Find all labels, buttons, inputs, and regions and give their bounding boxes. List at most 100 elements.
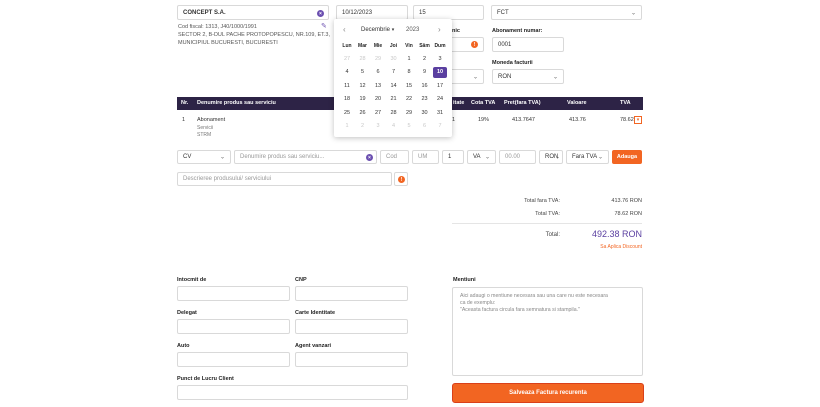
col-cota-tva: Cota TVA [471,100,496,106]
calendar-day[interactable]: 1 [402,53,416,64]
year-value[interactable]: 2023 [406,27,419,33]
edit-client-icon[interactable]: ✎ [321,22,327,30]
calendar-day[interactable]: 13 [371,80,385,91]
calendar-day[interactable]: 26 [356,107,370,118]
calendar-day[interactable]: 6 [418,121,432,132]
col-cantitate: itate [453,100,465,106]
calendar-day[interactable]: 19 [356,94,370,105]
tva-select[interactable]: VA ⌄ [467,150,496,164]
calendar-day[interactable]: 5 [402,121,416,132]
calendar-day[interactable]: 6 [371,67,385,78]
description-info-field[interactable]: ! [394,172,408,186]
product-name-placeholder: Denumire produs sau serviciu... [240,154,325,160]
moneda-select[interactable]: RON ⌄ [492,69,564,84]
calendar-day[interactable]: 30 [387,53,401,64]
calendar-day[interactable]: 23 [418,94,432,105]
total-fara-tva-value: 413.76 RON [611,198,642,204]
calendar-day[interactable]: 25 [340,107,354,118]
calendar-day[interactable]: 29 [402,107,416,118]
abonament-field[interactable]: 0001 [492,37,564,52]
cnp-label: CNP [295,277,307,283]
row-expand-icon[interactable]: ▾ [634,116,642,124]
calendar-day[interactable]: 9 [418,67,432,78]
calendar-day[interactable]: 28 [387,107,401,118]
col-valoare: Valoare [567,100,587,106]
delegat-input[interactable] [177,319,290,334]
cod-placeholder: Cod [386,154,398,160]
cnp-input[interactable] [295,286,408,301]
clear-product-icon[interactable]: × [366,154,373,161]
product-name-input[interactable]: Denumire produs sau serviciu... × [234,150,377,164]
calendar-day[interactable]: 10 [433,66,447,78]
tva-value: VA [473,154,481,160]
um-input[interactable]: UM [412,150,439,164]
calendar-day[interactable]: 22 [402,94,416,105]
calendar-day[interactable]: 11 [340,80,354,91]
calendar-day[interactable]: 15 [402,80,416,91]
tva-mode-select[interactable]: Fara TVA ⌄ [566,150,609,164]
currency-select[interactable]: RON ⌄ [539,150,563,164]
due-days-field[interactable]: 15 [413,5,484,20]
mentiuni-label: Mentiuni [453,277,476,283]
mentiuni-textarea[interactable]: Aici adaugi o mentiune necesara sau una … [452,287,643,376]
auto-input[interactable] [177,352,290,367]
chevron-down-icon: ⌄ [554,154,560,161]
calendar-day[interactable]: 5 [356,67,370,78]
invoice-date-field[interactable]: 10/12/2023 [336,5,408,20]
calendar-day[interactable]: 16 [418,80,432,91]
calendar-day[interactable]: 2 [418,53,432,64]
mentiuni-placeholder-1: Aici adaugi o mentiune necesara sau una … [460,293,608,299]
agent-vanzari-input[interactable] [295,352,408,367]
calendar-day[interactable]: 8 [402,67,416,78]
calendar-day[interactable]: 3 [371,121,385,132]
calendar-day[interactable]: 18 [340,94,354,105]
product-description-placeholder: Descrieree produsului/ serviciului [183,176,272,182]
month-select[interactable]: Decembrie ▾ [361,27,394,33]
add-product-button[interactable]: Adauga [612,150,642,164]
calendar-day[interactable]: 17 [433,80,447,91]
invoice-series-select[interactable]: FCT ⌄ [491,5,642,20]
next-month-icon[interactable]: › [438,25,441,34]
calendar-day[interactable]: 7 [387,67,401,78]
clear-client-icon[interactable]: × [317,10,324,17]
carte-identitate-label: Carte Identitate [295,310,336,316]
calendar-day[interactable]: 3 [433,53,447,64]
calendar-day[interactable]: 12 [356,80,370,91]
calendar-day[interactable]: 14 [387,80,401,91]
price-placeholder: 00.00 [505,154,521,160]
calendar-day[interactable]: 4 [340,67,354,78]
chevron-down-icon: ⌄ [484,154,490,161]
prev-month-icon[interactable]: ‹ [343,25,346,34]
intocmit-input[interactable] [177,286,290,301]
carte-identitate-input[interactable] [295,319,408,334]
save-recurring-invoice-button[interactable]: Salveaza Factura recurenta [452,383,644,403]
client-name-field[interactable]: CONCEPT S.A. × [177,5,329,20]
qty-value: 1 [448,154,452,160]
calendar-day[interactable]: 21 [387,94,401,105]
row-cota: 19% [478,117,490,123]
cod-input[interactable]: Cod [380,150,409,164]
product-description-textarea[interactable]: Descrieree produsului/ serviciului [177,172,392,186]
calendar-day[interactable]: 30 [418,107,432,118]
calendar-day[interactable]: 2 [356,121,370,132]
calendar-day[interactable]: 1 [340,121,354,132]
calendar-day[interactable]: 28 [356,53,370,64]
calendar-day[interactable]: 20 [371,94,385,105]
weekday-header: Sâm [419,43,430,49]
product-type-select[interactable]: CV ⌄ [177,150,231,164]
calendar-day[interactable]: 27 [340,53,354,64]
calendar-day[interactable]: 31 [433,107,447,118]
apply-discount-link[interactable]: Sa Aplica Discount [560,244,642,250]
tva-mode-value: Fara TVA [572,154,598,160]
um-placeholder: UM [418,154,428,160]
invoice-series-value: FCT [497,9,509,16]
punct-lucru-input[interactable] [177,385,408,400]
calendar-day[interactable]: 4 [387,121,401,132]
calendar-day[interactable]: 29 [371,53,385,64]
calendar-day[interactable]: 24 [433,94,447,105]
price-input[interactable]: 00.00 [499,150,536,164]
calendar-day[interactable]: 27 [371,107,385,118]
client-address-line1: SECTOR 2, B-DUL PACHE PROTOPOPESCU, NR.1… [178,32,331,38]
calendar-day[interactable]: 7 [433,121,447,132]
qty-input[interactable]: 1 [442,150,464,164]
